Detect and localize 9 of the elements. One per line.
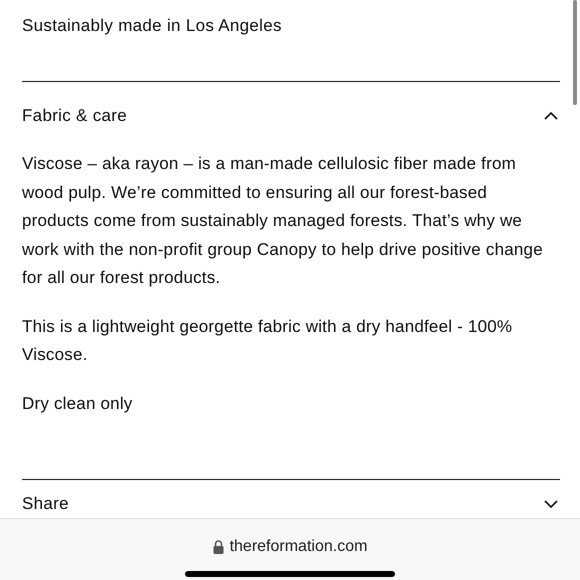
accordion-header[interactable]: Share [22, 480, 560, 518]
url-text[interactable]: thereformation.com [230, 535, 368, 559]
description-text: This is a lightweight georgette fabric with a dry handfeel - 100% Viscose. [22, 316, 514, 366]
accordion-header[interactable]: Fabric & care [22, 82, 560, 130]
chevron-down-icon [544, 500, 558, 508]
description-text: Sustainably made in Los Angeles [22, 15, 283, 37]
chevron-up-icon [544, 112, 558, 120]
description-text: Viscose – aka rayon – is a man-made cellulosic fiber made from wood pulp. We’re committed to ensuring all our forest-based products come from sustainably managed forests. That’s why we work with the non-profit group Canopy to help drive positive change for all our forest products. [22, 153, 544, 289]
description-text: Dry clean only [22, 392, 134, 414]
